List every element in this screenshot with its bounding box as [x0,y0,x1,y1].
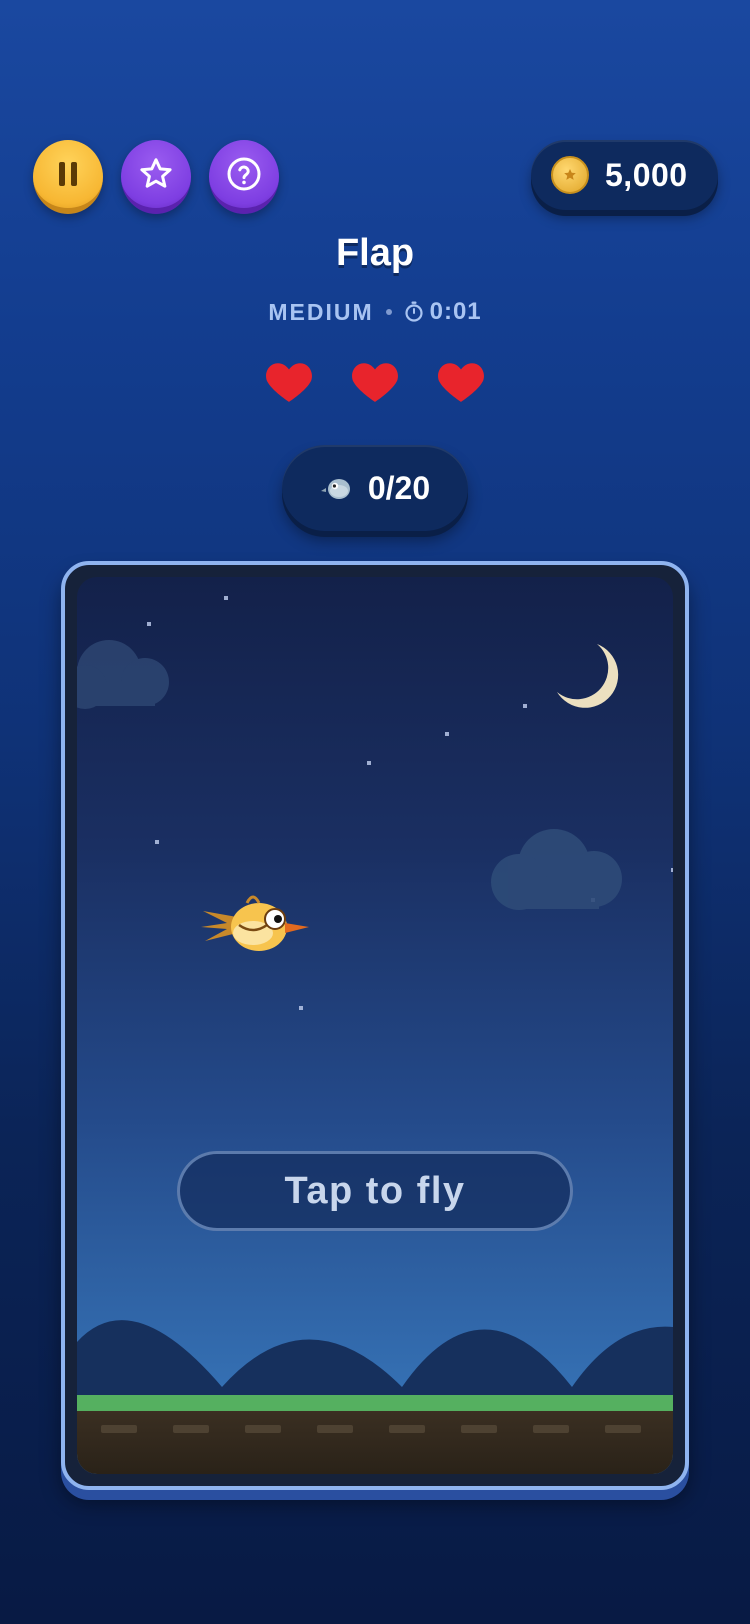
bird-player [201,895,309,951]
star-icon [140,158,172,188]
star-dot [147,622,151,626]
heart-icon [352,363,398,402]
star-dot [523,704,527,708]
score-value: 0/20 [367,469,431,506]
hills [77,1320,673,1407]
timer: 0:01 [404,298,482,326]
game-board[interactable]: Tap to fly [61,561,689,1490]
separator-dot [385,309,392,315]
ground [77,1411,673,1474]
game-title: Flap [335,232,415,274]
star-dot [671,868,673,872]
help-icon [227,157,261,191]
coin-balance: 5,000 [531,140,718,210]
star-dot [155,840,159,844]
cloud [491,829,622,910]
bird-icon [320,479,350,499]
pause-button[interactable] [33,140,103,214]
cloud [77,640,169,709]
timer-value: 0:01 [429,298,482,325]
coin-icon [551,156,589,194]
difficulty-label: MEDIUM [268,298,374,325]
pause-icon [59,162,77,186]
game-canvas[interactable]: Tap to fly [77,577,673,1474]
tap-to-fly-button[interactable]: Tap to fly [177,1151,573,1231]
star-dot [299,1006,303,1010]
lives [0,358,750,404]
stopwatch-icon [405,301,423,322]
star-dot [445,732,449,736]
heart-icon [266,363,312,402]
coin-count: 5,000 [605,156,688,193]
score-counter: 0/20 [282,445,468,531]
favorite-button[interactable] [121,140,191,214]
star-dot [224,596,228,600]
grass [77,1395,673,1411]
star-dot [367,761,371,765]
game-meta: MEDIUM 0:01 [0,298,750,326]
help-button[interactable] [209,140,279,214]
moon-icon [557,644,619,708]
heart-icon [438,363,484,402]
